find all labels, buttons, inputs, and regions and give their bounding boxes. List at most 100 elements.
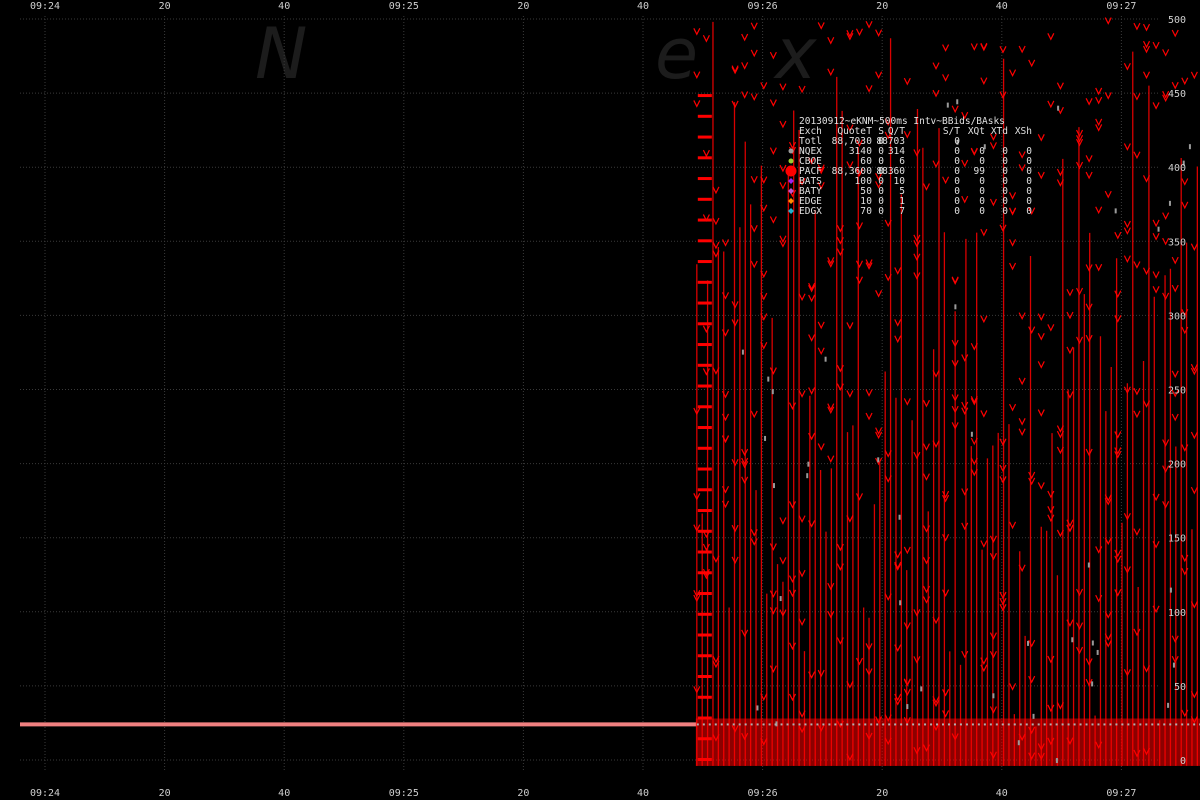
pacf-stack-mark bbox=[697, 612, 712, 616]
nqex-baseline-dot bbox=[1193, 723, 1196, 726]
nqex-point bbox=[1055, 758, 1058, 764]
nqex-baseline-dot bbox=[1049, 723, 1052, 726]
nqex-point bbox=[898, 514, 901, 520]
pacf-stack-mark bbox=[697, 218, 712, 222]
nqex-point bbox=[1096, 649, 1099, 655]
nqex-point bbox=[946, 102, 949, 108]
legend-header-xtd: XTd bbox=[991, 126, 1008, 137]
nqex-baseline-dot bbox=[1187, 723, 1190, 726]
nqex-baseline-dot bbox=[1139, 723, 1142, 726]
legend-value: 0 bbox=[1002, 206, 1008, 217]
pacf-stack-mark bbox=[697, 177, 712, 181]
nqex-baseline-dot bbox=[834, 723, 837, 726]
x-tick-label-top: 09:25 bbox=[389, 1, 419, 12]
x-tick-label-top: 09:24 bbox=[30, 1, 60, 12]
legend-marker bbox=[788, 148, 794, 154]
pacf-stack-mark bbox=[697, 550, 712, 554]
nqex-point bbox=[741, 349, 744, 355]
nqex-baseline-dot bbox=[702, 723, 705, 726]
nqex-point bbox=[1087, 562, 1090, 568]
legend-marker bbox=[788, 158, 794, 164]
nqex-baseline-dot bbox=[804, 723, 807, 726]
nqex-baseline-dot bbox=[1145, 723, 1148, 726]
nqex-baseline-dot bbox=[738, 723, 741, 726]
nqex-baseline-dot bbox=[953, 723, 956, 726]
nqex-point bbox=[906, 704, 909, 710]
pacf-stack-mark bbox=[697, 114, 712, 118]
nqex-baseline-dot bbox=[947, 723, 950, 726]
y-tick-label: 0 bbox=[1180, 756, 1186, 767]
x-tick-label-bottom: 20 bbox=[876, 788, 888, 799]
pacf-stack-mark bbox=[697, 322, 712, 326]
pacf-stack-mark bbox=[697, 529, 712, 533]
nqex-baseline-dot bbox=[942, 723, 944, 726]
y-tick-label: 300 bbox=[1168, 311, 1186, 322]
x-tick-label-bottom: 09:25 bbox=[389, 788, 419, 799]
nqex-baseline-dot bbox=[1031, 723, 1034, 726]
nqex-point bbox=[767, 376, 770, 382]
nqex-baseline-dot bbox=[1055, 723, 1058, 726]
x-tick-label-top: 40 bbox=[637, 1, 649, 12]
x-tick-label-top: 20 bbox=[876, 1, 888, 12]
y-tick-label: 350 bbox=[1168, 237, 1186, 248]
nqex-baseline-dot bbox=[828, 723, 831, 726]
nqex-baseline-dot bbox=[708, 723, 711, 726]
nqex-baseline-dot bbox=[977, 723, 980, 726]
x-tick-label-top: 09:27 bbox=[1106, 1, 1136, 12]
nqex-point bbox=[1071, 637, 1074, 643]
x-tick-label-top: 20 bbox=[159, 1, 171, 12]
nqex-baseline-dot bbox=[786, 723, 789, 726]
y-tick-label: 100 bbox=[1168, 608, 1186, 619]
nqex-baseline-dot bbox=[918, 723, 921, 726]
nqex-baseline-dot bbox=[1037, 723, 1040, 726]
nqex-baseline-dot bbox=[792, 723, 795, 726]
pacf-stack-mark bbox=[697, 467, 712, 471]
y-tick-label: 150 bbox=[1168, 534, 1186, 545]
pacf-stack-mark bbox=[697, 446, 712, 450]
pacf-stack-mark bbox=[697, 197, 712, 201]
nqex-baseline-dot bbox=[1073, 723, 1076, 726]
nqex-point bbox=[970, 431, 973, 437]
nqex-baseline-dot bbox=[1043, 723, 1046, 726]
nqex-point bbox=[771, 389, 774, 395]
y-tick-label: 500 bbox=[1168, 15, 1186, 26]
nqex-baseline-dot bbox=[846, 723, 849, 726]
nqex-point bbox=[992, 693, 995, 699]
nqex-baseline-dot bbox=[750, 723, 753, 726]
nqex-baseline-dot bbox=[1085, 723, 1088, 726]
legend-value: 0 bbox=[954, 206, 960, 217]
y-tick-label: 50 bbox=[1174, 682, 1186, 693]
nqex-baseline-dot bbox=[1175, 723, 1178, 726]
nqex-point bbox=[756, 705, 759, 711]
pacf-stack-mark bbox=[697, 135, 712, 139]
nqex-baseline-dot bbox=[762, 723, 765, 726]
nqex-baseline-dot bbox=[1103, 723, 1106, 726]
nqex-baseline-dot bbox=[816, 723, 819, 726]
nqex-baseline-dot bbox=[1157, 723, 1160, 726]
chart: N e x 09:24 20 40 09:25 20 40 09:26 20 40 09:27 20… bbox=[0, 0, 1200, 800]
x-tick-label-bottom: 40 bbox=[278, 788, 290, 799]
pacf-stack-mark bbox=[697, 737, 712, 741]
nqex-baseline-dot bbox=[1163, 723, 1166, 726]
nqex-point bbox=[954, 304, 957, 310]
y-tick-label: 450 bbox=[1168, 89, 1186, 100]
x-tick-label-top: 09:26 bbox=[748, 1, 778, 12]
nqex-baseline-dot bbox=[1001, 723, 1004, 726]
pacf-stack-mark bbox=[697, 94, 712, 98]
legend-value: 7 bbox=[860, 206, 866, 217]
pacf-stack-mark bbox=[697, 405, 712, 409]
nqex-baseline-dot bbox=[714, 723, 717, 726]
x-tick-label-bottom: 20 bbox=[517, 788, 529, 799]
nqex-point bbox=[1167, 702, 1170, 708]
nqex-point bbox=[1017, 740, 1020, 746]
x-tick-label-bottom: 20 bbox=[159, 788, 171, 799]
x-tick-label-bottom: 40 bbox=[637, 788, 649, 799]
nqex-baseline-dot bbox=[852, 723, 855, 726]
nqex-point bbox=[1091, 681, 1094, 687]
legend-value: 0 bbox=[878, 206, 884, 217]
nqex-point bbox=[1169, 587, 1172, 593]
x-tick-label-top: 40 bbox=[996, 1, 1008, 12]
pacf-stack-mark bbox=[697, 695, 712, 699]
pacf-stack-mark bbox=[697, 280, 712, 284]
pacf-stack-mark bbox=[697, 343, 712, 347]
